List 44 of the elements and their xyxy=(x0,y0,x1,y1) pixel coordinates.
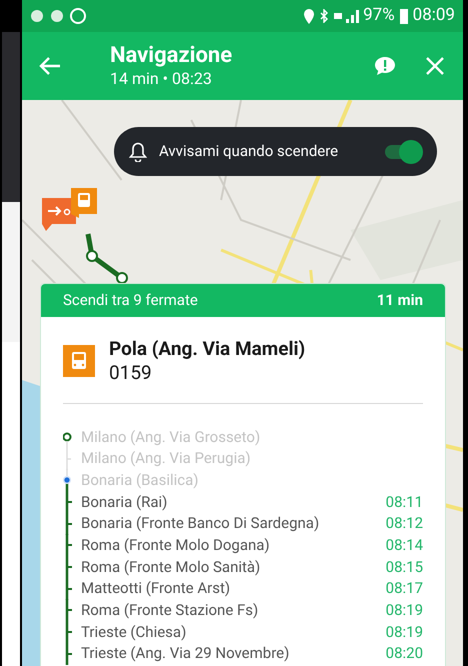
arrival-time: 08:14 xyxy=(386,535,423,556)
stop-name: Bonaria (Fronte Banco Di Sardegna) xyxy=(81,513,320,534)
arrival-time: 08:11 xyxy=(386,492,423,513)
stop-name: Bonaria (Basilica) xyxy=(81,470,200,491)
report-icon xyxy=(374,56,396,76)
arrival-time: 08:19 xyxy=(386,622,423,643)
stop-name: Trieste (Ang. Via 29 Novembre) xyxy=(81,643,290,664)
stop-code: 0159 xyxy=(109,361,153,385)
alert-label: Avvisami quando scendere xyxy=(159,141,340,162)
battery-level: 97% xyxy=(363,4,395,28)
arrival-time: 08:17 xyxy=(386,578,423,600)
notification-icon xyxy=(30,9,44,23)
alert-toggle[interactable] xyxy=(385,140,423,164)
header-subtitle: 14 min • 08:23 xyxy=(110,69,213,89)
stop-name: Pola (Ang. Via Mameli) xyxy=(109,337,306,361)
close-icon xyxy=(425,56,445,76)
card-title: Scendi tra 9 fermate xyxy=(63,290,199,312)
bus-marker-icon xyxy=(71,188,97,218)
stop-name: Matteotti (Fronte Arst) xyxy=(81,578,232,600)
bell-icon xyxy=(129,142,147,162)
card-duration: 11 min xyxy=(376,290,423,312)
stop-name: Trieste (Chiesa) xyxy=(81,622,188,643)
network-icon xyxy=(334,13,342,19)
walk-marker-icon xyxy=(42,198,76,232)
arrival-time: 08:12 xyxy=(386,513,423,534)
stop-name: Roma (Fronte Molo Sanità) xyxy=(81,556,262,578)
stop-name: Milano (Ang. Via Perugia) xyxy=(81,448,252,470)
stop-name: Bonaria (Rai) xyxy=(81,492,168,513)
notification-icon xyxy=(50,9,64,23)
arrival-time: 08:20 xyxy=(386,643,423,664)
arrival-time: 08:19 xyxy=(386,600,423,622)
battery-icon xyxy=(398,8,409,24)
arrival-time: 08:15 xyxy=(386,556,423,578)
stop-name: Roma (Fronte Stazione Fs) xyxy=(81,600,260,622)
stop-name: Milano (Ang. Via Grosseto) xyxy=(81,426,262,448)
bus-icon xyxy=(63,345,95,377)
stop-name: Roma (Fronte Molo Dogana) xyxy=(81,535,271,556)
location-icon xyxy=(304,8,314,24)
signal-icon xyxy=(346,10,360,22)
back-icon xyxy=(39,56,61,76)
header-title: Navigazione xyxy=(110,43,234,69)
chat-icon xyxy=(70,8,86,24)
clock: 08:09 xyxy=(412,4,455,28)
bluetooth-icon xyxy=(320,9,328,23)
